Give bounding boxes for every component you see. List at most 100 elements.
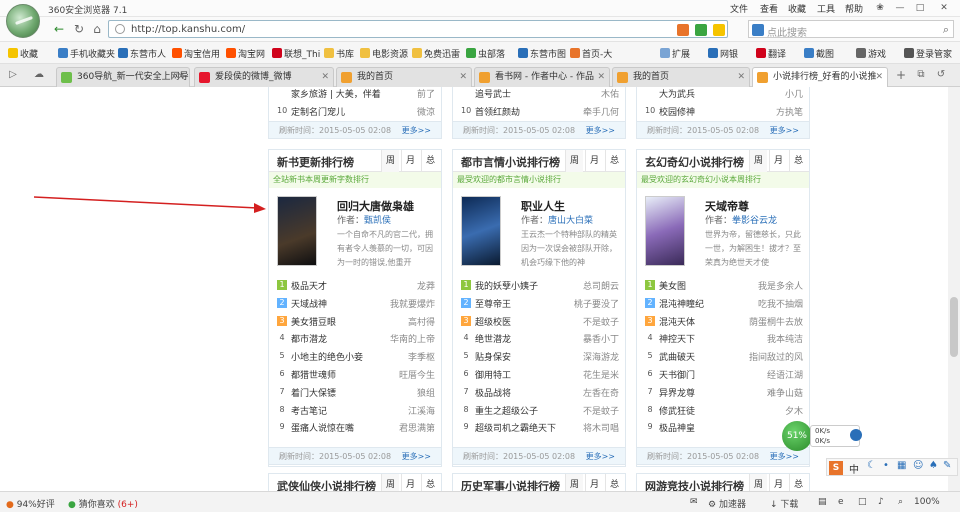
list-item[interactable]: 追号武士 木佑 bbox=[453, 87, 625, 103]
close-icon[interactable]: ✕ bbox=[934, 1, 954, 15]
tab-total[interactable]: 总 bbox=[789, 150, 807, 172]
bookmark-xunlei[interactable]: 免费迅雷 bbox=[412, 47, 460, 60]
green-icon[interactable] bbox=[695, 24, 707, 36]
author-link[interactable]: 江溪海 bbox=[408, 404, 435, 417]
author-link[interactable]: 旺厝今生 bbox=[399, 368, 435, 381]
skin-icon[interactable]: ❀ bbox=[870, 1, 890, 15]
book-title-link[interactable]: 异界龙尊 bbox=[659, 386, 695, 399]
bookmark-favorites[interactable]: 收藏 bbox=[8, 47, 38, 60]
author-link[interactable]: 左香在奇 bbox=[583, 386, 619, 399]
tab-month[interactable]: 月 bbox=[401, 150, 419, 172]
tab-total[interactable]: 总 bbox=[789, 474, 807, 491]
tab-total[interactable]: 总 bbox=[605, 474, 623, 491]
list-item[interactable]: 8 修武狂徒 夕木 bbox=[637, 402, 809, 420]
rating-status[interactable]: ● 94%好评 bbox=[6, 497, 55, 510]
tab-list-icon[interactable]: ▷ bbox=[6, 68, 20, 82]
author-link[interactable]: 高村得 bbox=[408, 315, 435, 328]
toolbar-games[interactable]: 游戏 bbox=[856, 47, 886, 60]
author-link[interactable]: 吃我不抽烟 bbox=[758, 297, 803, 310]
list-item[interactable]: 6 御用特工 花生是米 bbox=[453, 366, 625, 384]
book-cover[interactable] bbox=[645, 196, 685, 266]
tab-close-icon[interactable]: ✕ bbox=[321, 68, 329, 86]
author-link[interactable]: 桃子要没了 bbox=[574, 297, 619, 310]
list-item[interactable]: 4 绝世潜龙 暴香小丁 bbox=[453, 330, 625, 348]
menu-help[interactable]: 帮助 bbox=[845, 2, 863, 15]
ime-toolbar[interactable]: S 中 ☾ • ▦ ☺ ♠ ✎ bbox=[826, 458, 958, 476]
book-title[interactable]: 回归大唐做枭雄 bbox=[337, 198, 414, 214]
list-item[interactable]: 1 极品天才 龙莽 bbox=[269, 277, 441, 295]
book-title-link[interactable]: 极品天才 bbox=[291, 279, 327, 292]
tab-my-home-2[interactable]: 我的首页 ✕ bbox=[612, 67, 750, 87]
list-item[interactable]: 8 考古笔记 江溪海 bbox=[269, 402, 441, 420]
tab-month[interactable]: 月 bbox=[585, 150, 603, 172]
book-title[interactable]: 天域帝尊 bbox=[705, 198, 749, 214]
list-item[interactable]: 10 校园修神 方执笔 bbox=[637, 103, 809, 121]
ie-icon[interactable]: e bbox=[838, 497, 844, 507]
window-icon[interactable]: □ bbox=[858, 497, 867, 507]
list-item[interactable]: 5 贴身保安 深海游龙 bbox=[453, 348, 625, 366]
sogou-icon[interactable]: S bbox=[829, 461, 843, 475]
bookmark-library-city[interactable]: 东营市图 bbox=[518, 47, 566, 60]
book-title[interactable]: 职业人生 bbox=[521, 198, 565, 214]
book-title-link[interactable]: 超级校医 bbox=[475, 315, 511, 328]
search-engine-icon[interactable] bbox=[752, 24, 764, 36]
tab-week[interactable]: 周 bbox=[565, 150, 583, 172]
menu-tools[interactable]: 工具 bbox=[817, 2, 835, 15]
tab-month[interactable]: 月 bbox=[401, 474, 419, 491]
book-title-link[interactable]: 美女图 bbox=[659, 279, 686, 292]
tab-week[interactable]: 周 bbox=[381, 150, 399, 172]
book-title-link[interactable]: 都市潜龙 bbox=[291, 332, 327, 345]
user-icon[interactable]: ☺ bbox=[913, 460, 923, 471]
bookmark-library[interactable]: 书库 bbox=[324, 47, 354, 60]
list-item[interactable]: 2 至尊帝王 桃子要没了 bbox=[453, 295, 625, 313]
author-link[interactable]: 华南的上帝 bbox=[390, 332, 435, 345]
list-item[interactable]: 10 定制名门宠儿 微涼 bbox=[269, 103, 441, 121]
tab-rankings[interactable]: 小说排行榜_好看的小说推 ✕ bbox=[752, 67, 888, 87]
author-link[interactable]: 李季枢 bbox=[408, 350, 435, 363]
bookmark-movies[interactable]: 电影资源 bbox=[360, 47, 408, 60]
list-item[interactable]: 6 天书御门 经语江湖 bbox=[637, 366, 809, 384]
book-title-link[interactable]: 都猎世魂师 bbox=[291, 368, 336, 381]
author-link[interactable]: 总司朗云 bbox=[583, 279, 619, 292]
scrollbar-thumb[interactable] bbox=[950, 297, 958, 357]
book-title-link[interactable]: 天域战神 bbox=[291, 297, 327, 310]
author-link[interactable]: 狼组 bbox=[417, 386, 435, 399]
list-item[interactable]: 10 首领红颜劫 牵手几何 bbox=[453, 103, 625, 121]
author-link[interactable]: 龙莽 bbox=[417, 279, 435, 292]
shirt-icon[interactable]: ♠ bbox=[929, 460, 938, 471]
book-title-link[interactable]: 我的妖孽小姨子 bbox=[475, 279, 538, 292]
book-title-link[interactable]: 重生之超级公子 bbox=[475, 404, 538, 417]
search-placeholder[interactable]: 点此搜索 bbox=[767, 24, 807, 39]
book-title-link[interactable]: 神控天下 bbox=[659, 332, 695, 345]
list-item[interactable]: 3 混沌天体 荫蛋桐牛去放 bbox=[637, 313, 809, 331]
book-title-link[interactable]: 御用特工 bbox=[475, 368, 511, 381]
zoom-icon[interactable]: ⌕ bbox=[898, 497, 903, 507]
browser-logo-icon[interactable] bbox=[6, 4, 40, 38]
list-item[interactable]: 9 超级司机之霸绝天下 将木司唱 bbox=[453, 419, 625, 437]
bookmark-chongbuluo[interactable]: 虫部落 bbox=[466, 47, 505, 60]
book-title-link[interactable]: 考古笔记 bbox=[291, 404, 327, 417]
toolbar-translate[interactable]: 翻译 bbox=[756, 47, 786, 60]
address-bar[interactable]: http://top.kanshu.com/ bbox=[108, 20, 728, 38]
author-link[interactable]: 我就要爆炸 bbox=[390, 297, 435, 310]
tab-week[interactable]: 周 bbox=[381, 474, 399, 491]
book-cover[interactable] bbox=[461, 196, 501, 266]
book-title-link[interactable]: 混沌神瞳纪 bbox=[659, 297, 704, 310]
tab-close-icon[interactable]: ✕ bbox=[597, 68, 605, 86]
bookmark-homepage[interactable]: 首页-大 bbox=[570, 47, 612, 60]
list-item[interactable]: 3 美女猎豆眼 高村得 bbox=[269, 313, 441, 331]
menu-favorites[interactable]: 收藏 bbox=[788, 2, 806, 15]
tab-week[interactable]: 周 bbox=[565, 474, 583, 491]
zoom-level[interactable]: 100% bbox=[914, 497, 940, 507]
author-link[interactable]: 君思满第 bbox=[399, 421, 435, 434]
minimize-icon[interactable]: — bbox=[890, 1, 910, 15]
maximize-icon[interactable]: □ bbox=[910, 1, 930, 15]
network-speed-widget[interactable]: 51% 0K/s 0K/s bbox=[782, 421, 862, 451]
book-title-link[interactable]: 混沌天体 bbox=[659, 315, 695, 328]
download-button[interactable]: ↓ 下载 bbox=[770, 497, 798, 510]
list-item[interactable]: 3 超级校医 不是蚊子 bbox=[453, 313, 625, 331]
tab-close-icon[interactable]: ✕ bbox=[737, 68, 745, 86]
book-title-link[interactable]: 蛋痛人说惊在嘴 bbox=[291, 421, 354, 434]
tab-month[interactable]: 月 bbox=[585, 474, 603, 491]
refresh-icon[interactable]: ↻ bbox=[72, 22, 86, 36]
